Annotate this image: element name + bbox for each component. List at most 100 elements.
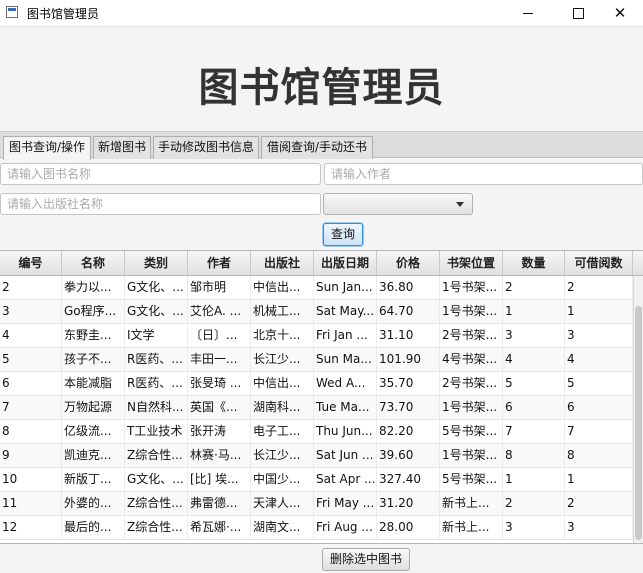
category-select[interactable] — [323, 193, 473, 215]
cell-shelf: 2号书架... — [440, 324, 503, 347]
tab-add-book[interactable]: 新增图书 — [93, 136, 151, 159]
column-header-publisher[interactable]: 出版社 — [251, 251, 314, 275]
cell-available: 5 — [565, 372, 633, 395]
minimize-button[interactable] — [505, 0, 551, 26]
scrollbar-thumb[interactable] — [635, 306, 642, 540]
cell-price: 31.10 — [377, 324, 440, 347]
table-row[interactable]: 7 万物起源 N自然科... 英国《... 湖南科... Tue Ma... 73.70 1号… — [0, 396, 633, 420]
column-header-price[interactable]: 价格 — [377, 251, 440, 275]
cell-publisher: 长江少... — [251, 444, 314, 467]
cell-quantity: 2 — [503, 276, 565, 299]
cell-category: Z综合性... — [125, 444, 188, 467]
cell-id: 5 — [0, 348, 62, 371]
cell-id: 6 — [0, 372, 62, 395]
cell-category: Z综合性... — [125, 516, 188, 539]
cell-publish-date: Sat May... — [314, 300, 377, 323]
cell-author: 弗雷德... — [188, 492, 251, 515]
column-header-name[interactable]: 名称 — [62, 251, 125, 275]
cell-price: 36.80 — [377, 276, 440, 299]
table-row[interactable]: 9 凯迪克... Z综合性... 林赛·马... 长江少... Sat Jun ... 39… — [0, 444, 633, 468]
cell-category: G文化、... — [125, 300, 188, 323]
table-row[interactable]: 11 外婆的... Z综合性... 弗雷德... 天津人... Fri May ... 31… — [0, 492, 633, 516]
maximize-button[interactable] — [555, 0, 601, 26]
cell-category: G文化、... — [125, 468, 188, 491]
window-titlebar: 图书馆管理员 ✕ — [0, 0, 643, 27]
cell-name: 最后的... — [62, 516, 125, 539]
cell-available: 3 — [565, 516, 633, 539]
query-button[interactable]: 查询 — [323, 223, 363, 246]
cell-id: 3 — [0, 300, 62, 323]
cell-shelf: 5号书架... — [440, 468, 503, 491]
cell-author: 邹市明 — [188, 276, 251, 299]
cell-author: 张旻琦 ... — [188, 372, 251, 395]
delete-selected-button[interactable]: 删除选中图书 — [322, 548, 410, 571]
cell-available: 1 — [565, 300, 633, 323]
author-input[interactable]: 请输入作者 — [324, 163, 643, 185]
cell-shelf: 1号书架... — [440, 444, 503, 467]
table-row[interactable]: 5 孩子不... R医药、... 丰田一... 长江少... Sun Ma... 101.9… — [0, 348, 633, 372]
cell-category: T工业技术 — [125, 420, 188, 443]
vertical-scrollbar[interactable] — [633, 276, 643, 543]
cell-author: 艾伦A. ... — [188, 300, 251, 323]
tab-edit-book[interactable]: 手动修改图书信息 — [153, 136, 259, 159]
cell-name: 本能减脂 — [62, 372, 125, 395]
cell-publisher: 中信出... — [251, 276, 314, 299]
cell-publish-date: Sun Ma... — [314, 348, 377, 371]
cell-name: 外婆的... — [62, 492, 125, 515]
cell-category: I文学 — [125, 324, 188, 347]
column-header-id[interactable]: 编号 — [0, 251, 62, 275]
column-header-available[interactable]: 可借阅数 — [565, 251, 633, 275]
cell-quantity: 6 — [503, 396, 565, 419]
cell-price: 73.70 — [377, 396, 440, 419]
cell-shelf: 1号书架... — [440, 300, 503, 323]
app-icon — [6, 6, 18, 18]
cell-quantity: 1 — [503, 300, 565, 323]
cell-available: 2 — [565, 276, 633, 299]
cell-publisher: 电子工... — [251, 420, 314, 443]
table-row[interactable]: 3 Go程序... G文化、... 艾伦A. ... 机械工... Sat May... 6… — [0, 300, 633, 324]
cell-price: 64.70 — [377, 300, 440, 323]
cell-name: 孩子不... — [62, 348, 125, 371]
column-header-author[interactable]: 作者 — [188, 251, 251, 275]
tab-book-query[interactable]: 图书查询/操作 — [3, 136, 91, 160]
column-header-publish-date[interactable]: 出版日期 — [314, 251, 377, 275]
book-name-input[interactable]: 请输入图书名称 — [0, 163, 321, 185]
cell-category: N自然科... — [125, 396, 188, 419]
cell-publisher: 中信出... — [251, 372, 314, 395]
table-row[interactable]: 8 亿级流... T工业技术 张开涛 电子工... Thu Jun... 82.20 5号书架… — [0, 420, 633, 444]
cell-available: 3 — [565, 324, 633, 347]
table-header: 编号 名称 类别 作者 出版社 出版日期 价格 书架位置 数量 可借阅数 — [0, 251, 643, 276]
cell-name: 新版丁... — [62, 468, 125, 491]
table-row[interactable]: 10 新版丁... G文化、... [比] 埃... 中国少... Sat Apr ...… — [0, 468, 633, 492]
close-button[interactable]: ✕ — [597, 0, 643, 26]
cell-available: 6 — [565, 396, 633, 419]
minimize-icon — [523, 12, 533, 14]
cell-price: 39.60 — [377, 444, 440, 467]
cell-id: 9 — [0, 444, 62, 467]
cell-publisher: 天津人... — [251, 492, 314, 515]
cell-price: 35.70 — [377, 372, 440, 395]
cell-name: 东野圭... — [62, 324, 125, 347]
column-header-shelf[interactable]: 书架位置 — [440, 251, 503, 275]
table-row[interactable]: 4 东野圭... I文学 〔日〕... 北京十... Fri Jan ... 31.10 2号… — [0, 324, 633, 348]
cell-publish-date: Fri Aug ... — [314, 516, 377, 539]
table-row[interactable]: 12 最后的... Z综合性... 希瓦娜·... 湖南文... Fri Aug ... 2… — [0, 516, 633, 540]
cell-shelf: 新书上... — [440, 516, 503, 539]
cell-quantity: 2 — [503, 492, 565, 515]
cell-author: [比] 埃... — [188, 468, 251, 491]
table-row[interactable]: 2 拳力以... G文化、... 邹市明 中信出... Sun Jan... 36.80 1号… — [0, 276, 633, 300]
cell-shelf: 4号书架... — [440, 348, 503, 371]
column-header-quantity[interactable]: 数量 — [503, 251, 565, 275]
cell-shelf: 2号书架... — [440, 372, 503, 395]
cell-quantity: 4 — [503, 348, 565, 371]
cell-quantity: 8 — [503, 444, 565, 467]
column-header-category[interactable]: 类别 — [125, 251, 188, 275]
table-row[interactable]: 6 本能减脂 R医药、... 张旻琦 ... 中信出... Wed A... 35.70 2号… — [0, 372, 633, 396]
publisher-input[interactable]: 请输入出版社名称 — [0, 193, 321, 215]
cell-quantity: 3 — [503, 516, 565, 539]
cell-author: 张开涛 — [188, 420, 251, 443]
cell-name: Go程序... — [62, 300, 125, 323]
tab-borrow-query[interactable]: 借阅查询/手动还书 — [261, 136, 373, 159]
cell-publish-date: Sun Jan... — [314, 276, 377, 299]
cell-name: 亿级流... — [62, 420, 125, 443]
